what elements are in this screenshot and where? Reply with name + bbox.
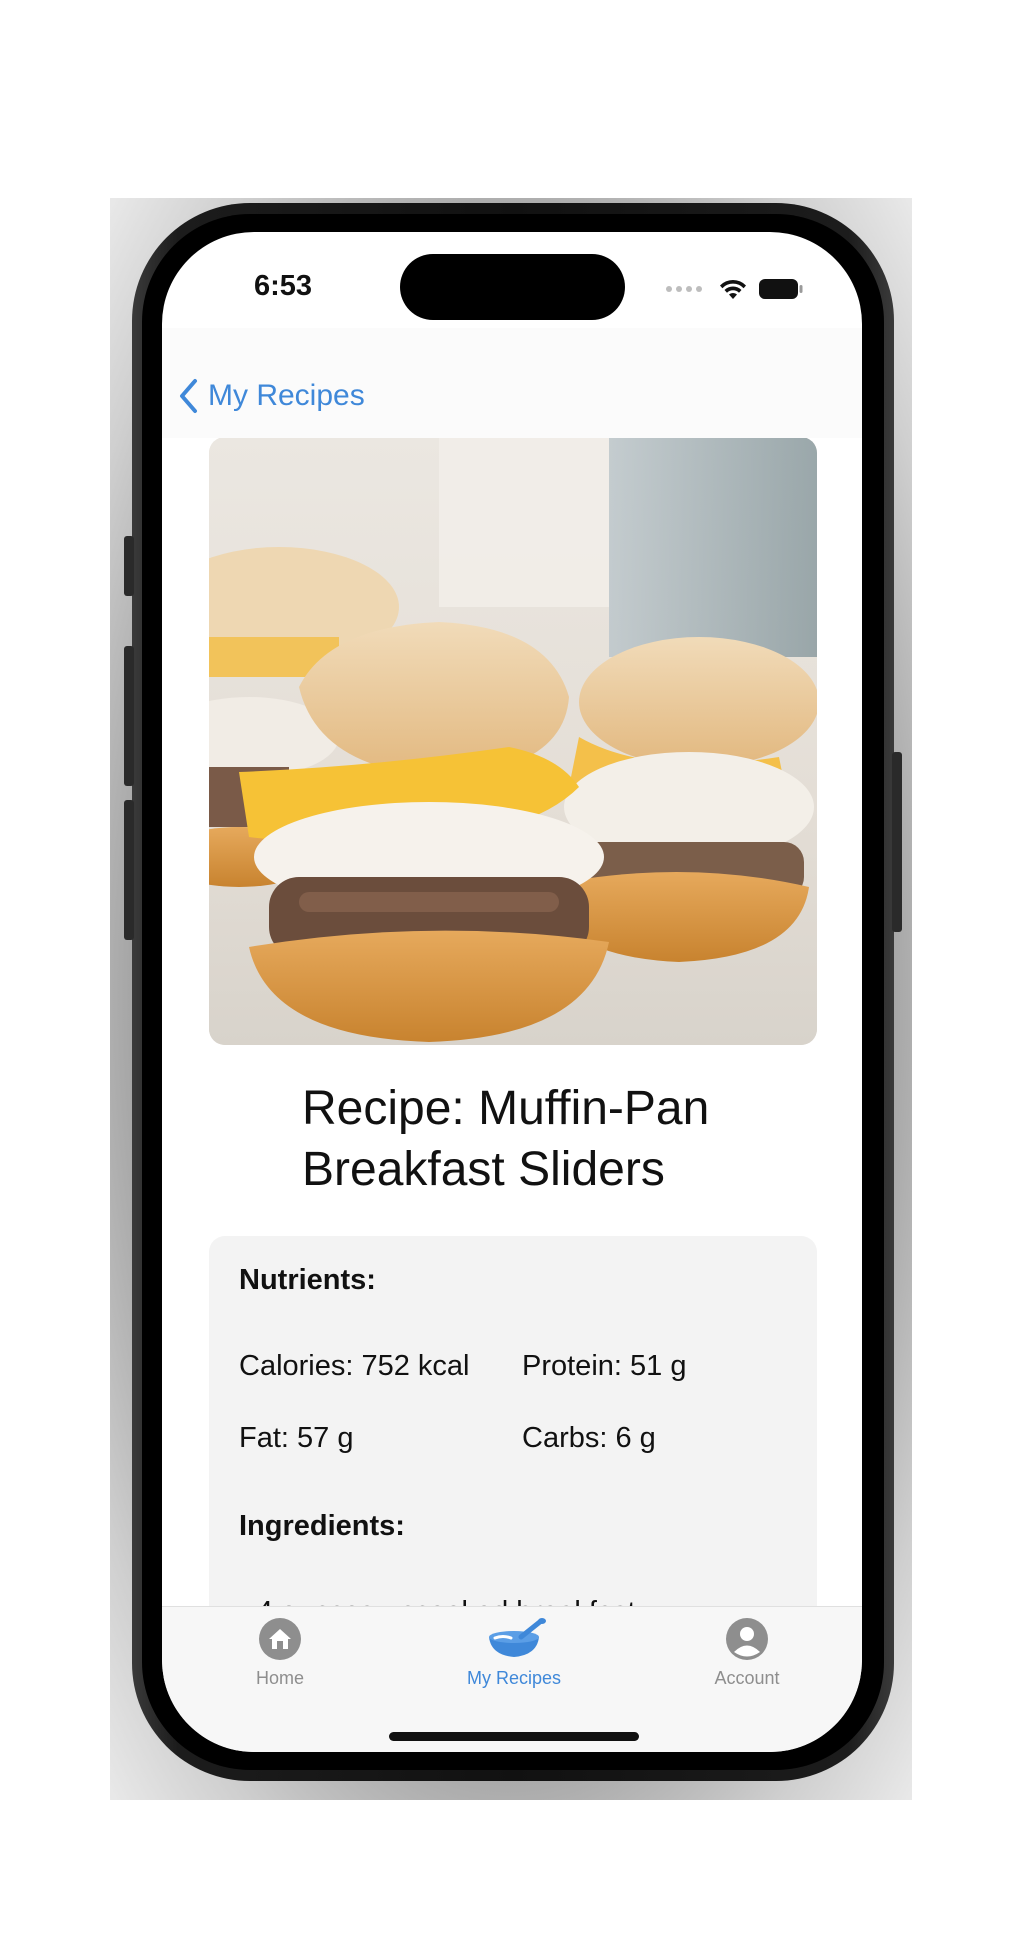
home-indicator[interactable] <box>389 1732 639 1741</box>
tab-home[interactable]: Home <box>200 1617 360 1689</box>
status-time: 6:53 <box>254 270 313 302</box>
tab-account-label: Account <box>714 1668 780 1688</box>
tab-my-recipes[interactable]: My Recipes <box>434 1617 594 1689</box>
volume-up-button <box>124 646 134 786</box>
back-button[interactable]: My Recipes <box>178 378 365 414</box>
chevron-left-icon <box>180 379 197 413</box>
home-icon <box>259 1618 301 1660</box>
tab-bar: Home My Recipes Account <box>162 1606 862 1752</box>
recipe-details-card: Nutrients: Calories: 752 kcal Protein: 5… <box>209 1236 817 1640</box>
tab-account[interactable]: Account <box>667 1617 827 1689</box>
ingredients-heading: Ingredients: <box>239 1510 405 1542</box>
battery-icon <box>759 279 803 299</box>
bowl-icon <box>489 1618 546 1657</box>
carbs-value: Carbs: 6 g <box>522 1422 656 1454</box>
protein-value: Protein: 51 g <box>522 1350 687 1382</box>
tab-my-recipes-label: My Recipes <box>466 1668 562 1688</box>
tab-home-label: Home <box>255 1668 304 1688</box>
power-button <box>892 752 902 932</box>
dynamic-island <box>400 254 625 320</box>
status-icons <box>666 274 804 304</box>
navigation-bar: My Recipes <box>162 328 862 439</box>
recipe-image <box>209 438 817 1045</box>
recipe-title-line2: Breakfast Sliders <box>302 1143 665 1196</box>
signal-dots-icon <box>666 286 702 292</box>
back-button-label: My Recipes <box>208 379 365 412</box>
recipe-title: Recipe: Muffin-Pan Breakfast Sliders <box>302 1078 772 1200</box>
calories-value: Calories: 752 kcal <box>239 1350 470 1382</box>
mute-switch <box>124 536 134 596</box>
recipe-scroll-view[interactable]: Recipe: Muffin-Pan Breakfast Sliders Nut… <box>162 438 862 1640</box>
wifi-icon <box>720 279 746 299</box>
recipe-title-line1: Recipe: Muffin-Pan <box>302 1082 710 1135</box>
screen: 6:53 My Recipes Recipe: Muffin-Pan Break… <box>162 232 862 1752</box>
account-icon <box>726 1618 768 1660</box>
nutrients-heading: Nutrients: <box>239 1264 376 1296</box>
fat-value: Fat: 57 g <box>239 1422 354 1454</box>
volume-down-button <box>124 800 134 940</box>
